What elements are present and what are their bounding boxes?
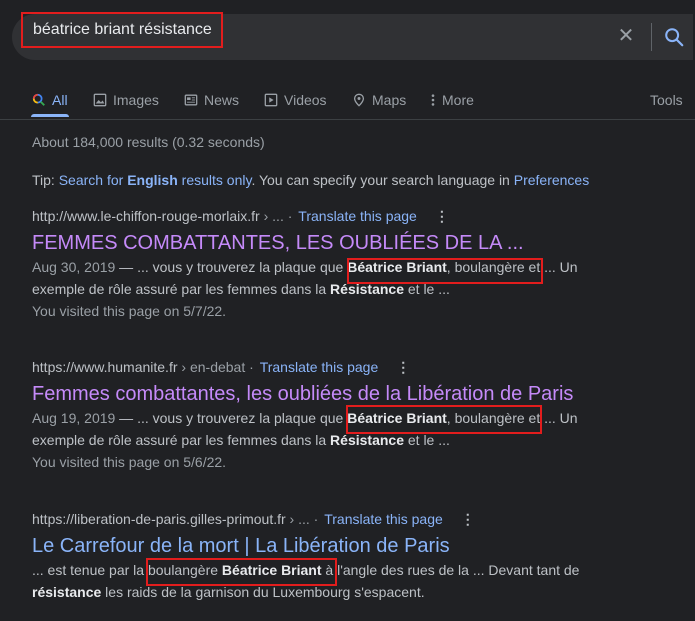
url-main: https://liberation-de-paris.gilles-primo… bbox=[32, 511, 286, 527]
highlight-box bbox=[146, 558, 337, 586]
divider bbox=[0, 119, 695, 120]
snippet-text: à l'angle des rues de la ... Devant tant… bbox=[321, 562, 580, 578]
tab-bar: All Images News Videos Maps More Tools bbox=[0, 90, 695, 120]
google-search-icon bbox=[32, 93, 45, 106]
result-date: Aug 30, 2019 bbox=[32, 259, 116, 275]
result-date: Aug 19, 2019 bbox=[32, 410, 116, 426]
result-url[interactable]: https://liberation-de-paris.gilles-primo… bbox=[32, 509, 672, 529]
map-pin-icon bbox=[353, 93, 365, 107]
tab-label: Images bbox=[113, 92, 159, 108]
play-icon bbox=[264, 93, 278, 107]
visited-note: You visited this page on 5/6/22. bbox=[32, 454, 227, 470]
url-path: › ... bbox=[285, 511, 310, 527]
active-tab-indicator bbox=[31, 114, 69, 117]
tab-more[interactable]: More bbox=[430, 90, 474, 110]
snippet-text: exemple de rôle assuré par les femmes da… bbox=[32, 432, 331, 448]
tab-label: All bbox=[52, 92, 68, 108]
translate-link[interactable]: Translate this page bbox=[324, 511, 443, 527]
highlight-box bbox=[347, 258, 543, 284]
tab-news[interactable]: News bbox=[184, 90, 239, 110]
snippet-text: les raids de la garnison du Luxembourg s… bbox=[101, 584, 425, 600]
more-vertical-icon bbox=[431, 94, 435, 106]
divider bbox=[651, 23, 652, 51]
snippet-text: exemple de rôle assuré par les femmes da… bbox=[32, 281, 331, 297]
tab-maps[interactable]: Maps bbox=[352, 90, 406, 110]
preferences-link[interactable]: Preferences bbox=[514, 172, 589, 188]
search-input[interactable]: béatrice briant résistance bbox=[21, 12, 223, 48]
news-icon bbox=[184, 94, 198, 106]
tab-videos[interactable]: Videos bbox=[264, 90, 327, 110]
tip-text: . You can specify your search language i… bbox=[251, 172, 514, 188]
url-main: https://www.humanite.fr bbox=[32, 359, 178, 375]
tab-label: Maps bbox=[372, 92, 407, 108]
translate-link[interactable]: Translate this page bbox=[260, 359, 379, 375]
separator: · bbox=[283, 208, 297, 224]
url-path: › ... bbox=[259, 208, 284, 224]
snippet-bold: résistance bbox=[32, 584, 102, 600]
result-url[interactable]: https://www.humanite.fr › en-debat · Tra… bbox=[32, 357, 672, 377]
snippet-bold: Résistance bbox=[330, 432, 404, 448]
search-result: https://liberation-de-paris.gilles-primo… bbox=[32, 509, 672, 603]
search-icon[interactable] bbox=[663, 26, 685, 48]
tab-label: Tools bbox=[650, 92, 683, 108]
image-icon bbox=[93, 93, 107, 107]
url-path: › en-debat bbox=[177, 359, 246, 375]
result-stats: About 184,000 results (0.32 seconds) bbox=[32, 134, 265, 150]
snippet-text: — ... vous y trouverez la plaque que bbox=[115, 410, 348, 426]
tab-label: Videos bbox=[284, 92, 327, 108]
separator: · bbox=[309, 511, 323, 527]
result-title[interactable]: Le Carrefour de la mort | La Libération … bbox=[32, 533, 672, 559]
tab-all[interactable]: All bbox=[32, 90, 68, 110]
translate-link[interactable]: Translate this page bbox=[298, 208, 417, 224]
link-bold-text: English bbox=[127, 172, 178, 188]
result-title[interactable]: Femmes combattantes, les oubliées de la … bbox=[32, 381, 672, 407]
result-snippet: ... est tenue par la boulangère Béatrice… bbox=[32, 559, 672, 603]
link-text: results only bbox=[177, 172, 252, 188]
snippet-text: — ... vous y trouverez la plaque que bbox=[115, 259, 348, 275]
english-only-link[interactable]: Search for English results only bbox=[59, 172, 252, 188]
separator: · bbox=[245, 359, 258, 375]
result-title[interactable]: FEMMES COMBATTANTES, LES OUBLIÉES DE LA … bbox=[32, 230, 672, 256]
tab-label: More bbox=[442, 92, 474, 108]
visited-note: You visited this page on 5/7/22. bbox=[32, 303, 227, 319]
tab-label: News bbox=[204, 92, 240, 108]
tab-tools[interactable]: Tools bbox=[650, 90, 683, 110]
language-tip: Tip: Search for English results only. Yo… bbox=[32, 172, 589, 188]
tab-images[interactable]: Images bbox=[93, 90, 159, 110]
clear-icon[interactable]: ✕ bbox=[614, 24, 638, 48]
snippet-text: et le ... bbox=[403, 432, 450, 448]
result-url[interactable]: http://www.le-chiffon-rouge-morlaix.fr ›… bbox=[32, 206, 672, 226]
highlight-box bbox=[346, 405, 542, 434]
link-text: Search for bbox=[58, 172, 128, 188]
more-vertical-icon[interactable]: ⋮ bbox=[461, 509, 475, 529]
tip-prefix: Tip: bbox=[32, 172, 59, 188]
url-main: http://www.le-chiffon-rouge-morlaix.fr bbox=[32, 208, 260, 224]
more-vertical-icon[interactable]: ⋮ bbox=[396, 357, 410, 377]
more-vertical-icon[interactable]: ⋮ bbox=[435, 206, 449, 226]
